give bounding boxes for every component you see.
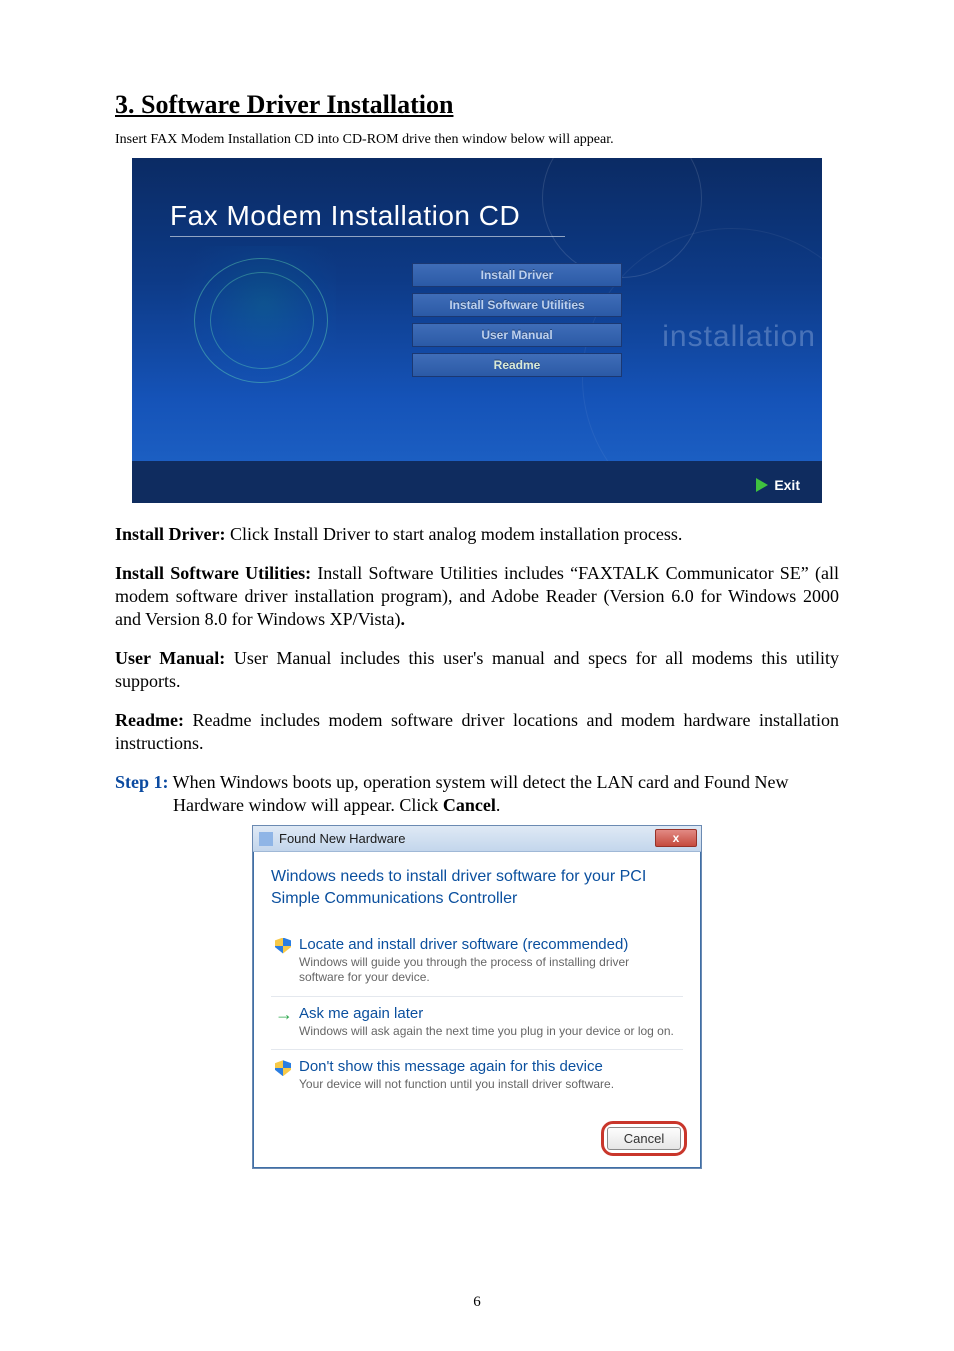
- cd-title: Fax Modem Installation CD: [170, 200, 520, 232]
- cancel-button[interactable]: Cancel: [607, 1127, 681, 1150]
- cd-footer-bar: Exit: [132, 461, 822, 503]
- intro-text: Insert FAX Modem Installation CD into CD…: [115, 132, 839, 148]
- section-title: 3. Software Driver Installation: [115, 90, 839, 120]
- globe-graphic: [176, 246, 336, 391]
- close-button[interactable]: x: [655, 829, 697, 847]
- step-1-label: Step 1:: [115, 772, 169, 792]
- step-1-cancel: Cancel: [443, 795, 496, 815]
- user-manual-label: User Manual:: [115, 648, 225, 668]
- option-description: Your device will not function until you …: [299, 1077, 675, 1093]
- installation-watermark: installation: [662, 320, 816, 354]
- user-manual-paragraph: User Manual: User Manual includes this u…: [115, 647, 839, 693]
- exit-button[interactable]: Exit: [756, 477, 800, 493]
- exit-label: Exit: [774, 477, 800, 493]
- dialog-titlebar: Found New Hardware x: [253, 826, 701, 852]
- option-dont-show[interactable]: Don't show this message again for this d…: [271, 1049, 683, 1103]
- option-locate-install[interactable]: Locate and install driver software (reco…: [271, 928, 683, 996]
- user-manual-button[interactable]: User Manual: [412, 323, 622, 347]
- option-title: Don't show this message again for this d…: [299, 1058, 675, 1075]
- option-ask-later[interactable]: Ask me again later Windows will ask agai…: [271, 996, 683, 1050]
- period-bold: .: [401, 609, 406, 629]
- readme-text: Readme includes modem software driver lo…: [115, 710, 839, 753]
- step-1-text-a: When Windows boots up, operation system …: [169, 772, 789, 792]
- option-description: Windows will guide you through the proce…: [299, 955, 675, 986]
- install-driver-button[interactable]: Install Driver: [412, 263, 622, 287]
- shield-icon: [275, 1060, 291, 1076]
- dialog-footer: Cancel: [253, 1115, 701, 1168]
- play-icon: [756, 478, 768, 492]
- step-1: Step 1: When Windows boots up, operation…: [115, 771, 839, 817]
- arrow-right-icon: [275, 1007, 291, 1023]
- option-title: Locate and install driver software (reco…: [299, 936, 675, 953]
- page-number: 6: [0, 1294, 954, 1311]
- install-driver-label: Install Driver:: [115, 524, 225, 544]
- option-description: Windows will ask again the next time you…: [299, 1024, 675, 1040]
- readme-label: Readme:: [115, 710, 184, 730]
- install-software-paragraph: Install Software Utilities: Install Soft…: [115, 562, 839, 631]
- shield-icon: [275, 938, 291, 954]
- cancel-highlight-ring: Cancel: [601, 1121, 687, 1156]
- install-software-label: Install Software Utilities:: [115, 563, 311, 583]
- dialog-title: Found New Hardware: [279, 831, 405, 846]
- readme-paragraph: Readme: Readme includes modem software d…: [115, 709, 839, 755]
- readme-button[interactable]: Readme: [412, 353, 622, 377]
- step-1-period: .: [496, 795, 501, 815]
- step-1-text-b: Hardware window will appear. Click: [173, 795, 443, 815]
- install-driver-paragraph: Install Driver: Click Install Driver to …: [115, 523, 839, 546]
- dialog-heading: Windows needs to install driver software…: [271, 866, 683, 909]
- cd-installer-figure: Fax Modem Installation CD installation I…: [132, 158, 822, 503]
- divider: [170, 236, 565, 237]
- dialog-app-icon: [259, 832, 273, 846]
- option-title: Ask me again later: [299, 1005, 675, 1022]
- install-driver-text: Click Install Driver to start analog mod…: [225, 524, 682, 544]
- found-new-hardware-dialog: Found New Hardware x Windows needs to in…: [252, 825, 702, 1169]
- install-software-utilities-button[interactable]: Install Software Utilities: [412, 293, 622, 317]
